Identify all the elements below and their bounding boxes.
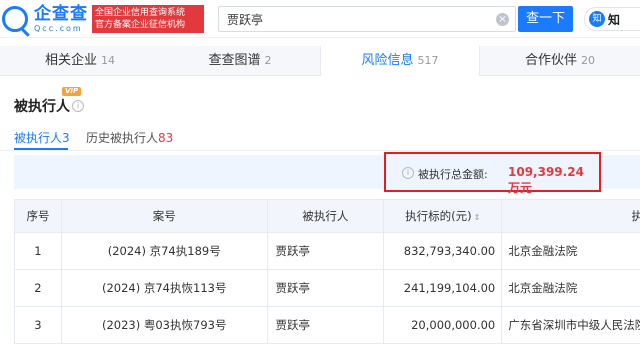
summary-label: 被执行总金额: <box>418 168 488 181</box>
court-cell: 广东省深圳市中级人民法院 <box>501 306 640 344</box>
table-header-row: 序号 案号 被执行人 执行标的(元) ⇕ 执 <box>14 199 640 233</box>
summary-highlight-box: i 被执行总金额: 109,399.24 万元 <box>384 152 601 195</box>
case-number-link[interactable]: (2024) 京74执恢113号 <box>60 269 268 307</box>
logo[interactable]: 企查查 Qcc.com 全国企业信用查询系统 官方备案企业征信机构 <box>2 4 204 33</box>
subtab-executed-person[interactable]: 被执行人3 <box>14 129 70 146</box>
table-row: 2 (2024) 京74执恢113号 贾跃亭 241,199,104.00 北京… <box>14 269 640 307</box>
court-cell: 北京金融法院 <box>501 269 640 307</box>
top-bar: 企查查 Qcc.com 全国企业信用查询系统 官方备案企业征信机构 × 查一下 … <box>0 0 640 38</box>
row-index: 2 <box>14 269 62 307</box>
table-row: 1 (2024) 京74执189号 贾跃亭 832,793,340.00 北京金… <box>14 232 640 270</box>
subtab-count: 83 <box>158 131 174 145</box>
person-link[interactable]: 贾跃亭 <box>266 269 385 307</box>
search-box: × <box>218 6 516 32</box>
person-link[interactable]: 贾跃亭 <box>266 232 385 270</box>
header-index: 序号 <box>14 199 62 233</box>
tab-count: 14 <box>101 54 115 67</box>
row-index: 1 <box>14 232 62 270</box>
vip-badge: VIP <box>62 87 82 96</box>
summary-value: 109,399.24 万元 <box>508 165 584 195</box>
clear-icon[interactable]: × <box>496 13 509 26</box>
search-button[interactable]: 查一下 <box>518 6 573 32</box>
header-case-number: 案号 <box>60 199 268 233</box>
logo-badge: 全国企业信用查询系统 官方备案企业征信机构 <box>92 4 204 33</box>
amount-cell: 832,793,340.00 <box>383 232 503 270</box>
person-link[interactable]: 贾跃亭 <box>266 306 385 344</box>
subtab-label: 被执行人 <box>14 131 63 145</box>
tab-count: 2 <box>264 54 272 67</box>
court-cell: 北京金融法院 <box>501 232 640 270</box>
case-number-link[interactable]: (2024) 京74执189号 <box>60 232 268 270</box>
amount-cell: 20,000,000.00 <box>383 306 503 344</box>
subtab-label: 历史被执行人 <box>86 131 159 145</box>
main-tabs: 相关企业 14 查查图谱 2 风险信息 517 合作伙伴 20 <box>0 46 640 76</box>
zhi-button[interactable]: 知 知 <box>584 7 640 31</box>
logo-text: 企查查 Qcc.com <box>34 4 88 33</box>
sort-icon[interactable]: ⇕ <box>474 213 481 222</box>
divider <box>0 150 640 151</box>
header-executed-person: 被执行人 <box>266 199 385 233</box>
amount-cell: 241,199,104.00 <box>383 269 503 307</box>
info-icon[interactable]: i <box>72 100 84 112</box>
subtab-count: 3 <box>62 131 70 145</box>
tab-related-companies[interactable]: 相关企业 14 <box>0 46 160 76</box>
row-index: 3 <box>14 306 62 344</box>
logo-domain: Qcc.com <box>34 24 83 33</box>
tab-label: 合作伙伴 <box>524 53 577 68</box>
info-icon[interactable]: i <box>402 167 414 179</box>
tab-graph[interactable]: 查查图谱 2 <box>160 46 320 76</box>
tab-risk-info[interactable]: 风险信息 517 <box>320 46 480 76</box>
logo-badge-line-2: 官方备案企业征信机构 <box>95 19 186 30</box>
header-amount[interactable]: 执行标的(元) ⇕ <box>383 199 503 233</box>
subtab-history-executed-person[interactable]: 历史被执行人83 <box>86 129 173 146</box>
header-court: 执 <box>501 199 640 233</box>
tab-label: 查查图谱 <box>208 53 261 68</box>
table-row: 3 (2023) 粤03执恢793号 贾跃亭 20,000,000.00 广东省… <box>14 306 640 344</box>
section-title: 被执行人 <box>14 99 70 115</box>
tab-label: 相关企业 <box>44 53 97 68</box>
tab-count: 517 <box>417 54 439 67</box>
tab-label: 风险信息 <box>361 53 414 68</box>
search-input[interactable] <box>227 7 487 31</box>
header-amount-label: 执行标的(元) <box>405 209 472 223</box>
case-number-link[interactable]: (2023) 粤03执恢793号 <box>60 306 268 344</box>
tab-partners[interactable]: 合作伙伴 20 <box>480 46 640 76</box>
zhi-icon: 知 <box>589 11 605 27</box>
zhi-label: 知 <box>608 12 621 27</box>
logo-magnifier-icon <box>2 5 28 32</box>
tab-count: 20 <box>581 54 595 67</box>
logo-name: 企查查 <box>34 4 88 24</box>
executed-person-table: 序号 案号 被执行人 执行标的(元) ⇕ 执 1 (2024) 京74执189号 … <box>14 199 640 344</box>
logo-badge-line-1: 全国企业信用查询系统 <box>95 7 186 18</box>
